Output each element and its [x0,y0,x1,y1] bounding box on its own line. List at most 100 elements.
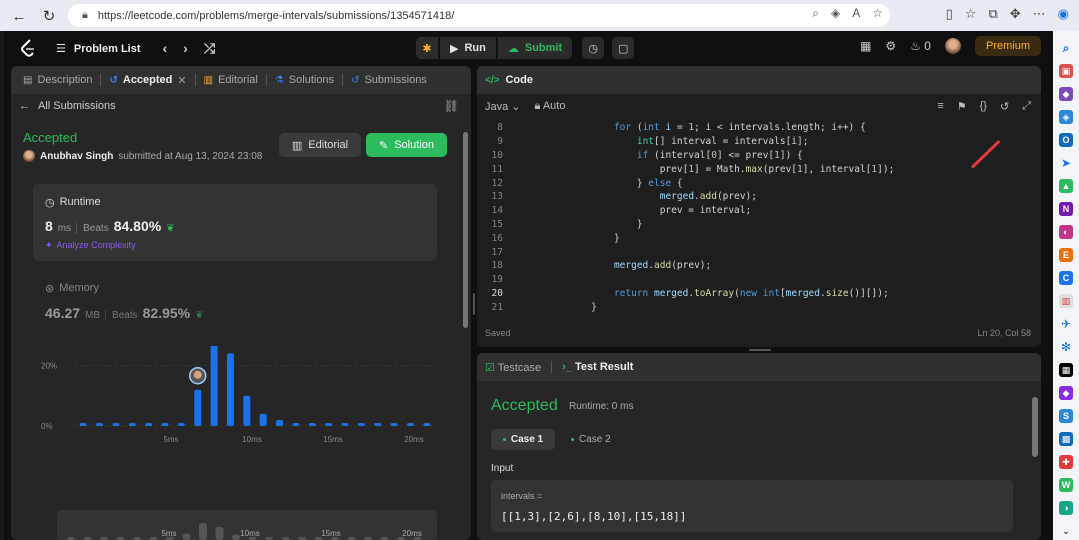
chart-bar[interactable] [161,422,169,426]
scroll-thumb[interactable] [463,132,468,328]
bookmark-icon[interactable]: ⚑ [957,100,967,113]
chart-bar[interactable] [243,395,251,426]
app-icon-8[interactable]: ◆ [1059,386,1073,400]
app-icon-1[interactable]: ▲ [1059,179,1073,193]
favorites-icon[interactable]: ☆ [965,6,977,22]
chart-bar[interactable] [177,422,185,426]
back-icon[interactable]: ← [8,5,30,27]
next-problem-icon[interactable]: › [183,40,188,57]
case-1-tab[interactable]: Case 1 [491,429,555,450]
tab-solutions[interactable]: ⚗ Solutions [271,74,338,86]
editorial-button[interactable]: ▥ Editorial [279,133,361,157]
m365-icon[interactable]: ◈ [1059,110,1073,124]
chart-bar[interactable] [357,422,365,426]
outlook-icon[interactable]: O [1059,133,1073,147]
vertical-resize-handle[interactable] [473,293,475,315]
games-icon[interactable]: ◆ [1059,87,1073,101]
reset-icon[interactable]: ↺ [1000,100,1009,113]
leetcode-logo-icon[interactable] [20,39,36,57]
runtime-card[interactable]: ◷ Runtime 8 ms Beats 84.80% ❦ ✦ Analyze … [33,184,437,261]
split-screen-icon[interactable]: ▯ [946,6,953,22]
chart-bar[interactable] [374,422,382,426]
chart-bar[interactable] [423,422,431,426]
app-icon-10[interactable]: ▩ [1059,432,1073,446]
note-icon[interactable]: ▢ [612,37,635,59]
code-line[interactable]: 14 prev = interval; [477,204,1041,218]
debug-icon[interactable]: ✱ [416,37,438,59]
format-icon[interactable]: ≡ [937,100,943,113]
premium-button[interactable]: Premium [974,36,1041,56]
app-icon-13[interactable]: ◑ [1059,501,1073,515]
tab-accepted[interactable]: ↺ Accepted ✕ [105,74,190,87]
code-line[interactable]: 18 merged.add(prev); [477,259,1041,273]
shuffle-icon[interactable]: ⤮ [204,40,215,57]
extension-icon[interactable]: ◈ [831,6,840,21]
app-icon-9[interactable]: S [1059,409,1073,423]
search-icon[interactable]: ⌕ [1059,41,1073,55]
chart-bar[interactable] [145,422,153,426]
memory-tab[interactable]: ⊛ Memory [45,282,99,295]
tab-submissions[interactable]: ↺ Submissions [347,74,431,86]
refresh-icon[interactable]: ↻ [38,5,60,27]
chart-bar[interactable] [210,346,218,426]
collections-icon[interactable]: ⧉ [988,6,997,22]
chart-bar[interactable] [341,422,349,426]
braces-icon[interactable]: {} [980,100,987,113]
chart-bar[interactable] [128,422,136,426]
code-line[interactable]: 11 prev[1] = Math.max(prev[1], interval[… [477,162,1041,176]
app-icon-7[interactable]: ▦ [1059,363,1073,377]
test-scrollbar[interactable] [1032,397,1038,457]
code-line[interactable]: 21 } [477,300,1041,314]
react-icon[interactable]: ✻ [1059,340,1073,354]
chart-bar[interactable] [276,419,284,426]
zoom-icon[interactable]: ⌕ [812,6,819,21]
chart-bar[interactable] [308,422,316,426]
send-icon[interactable]: ➤ [1059,156,1073,170]
address-bar[interactable]: 🔒︎ https://leetcode.com/problems/merge-i… [68,4,890,27]
code-line[interactable]: 9 int[] interval = intervals[i]; [477,135,1041,149]
tab-description[interactable]: ▤ Description [19,74,96,86]
code-line[interactable]: 19 [477,273,1041,287]
code-line[interactable]: 17 [477,245,1041,259]
code-line[interactable]: 10 if (interval[0] <= prev[1]) { [477,149,1041,163]
editor-scrollbar[interactable] [1033,126,1037,321]
prev-problem-icon[interactable]: ‹ [163,40,168,57]
layout-icon[interactable]: ▦ [860,39,871,53]
all-submissions-link[interactable]: ← All Submissions [19,100,116,112]
app-icon-5[interactable]: ▥ [1059,294,1073,308]
param-value[interactable]: [[1,3],[2,6],[8,10],[15,18]] [501,510,686,523]
chart-bar[interactable] [96,422,104,426]
code-line[interactable]: 16 } [477,231,1041,245]
code-line[interactable]: 13 merged.add(prev); [477,190,1041,204]
tab-test-result[interactable]: ›_ Test Result [562,361,633,373]
run-button[interactable]: ▶ Run [440,37,496,59]
analyze-complexity-link[interactable]: ✦ Analyze Complexity [45,240,136,251]
tools-icon[interactable]: ▣ [1059,64,1073,78]
submit-button[interactable]: ☁ Submit [497,37,573,59]
chart-bar[interactable] [259,413,267,426]
code-line[interactable]: 15 } [477,218,1041,232]
case-2-tab[interactable]: Case 2 [571,429,611,450]
more-icon[interactable]: ⋯ [1033,6,1046,22]
app-icon-3[interactable]: E [1059,248,1073,262]
code-line[interactable]: 12 } else { [477,176,1041,190]
app-icon-6[interactable]: ✈ [1059,317,1073,331]
link-icon[interactable]: ⛓ [444,99,459,113]
chart-bar[interactable] [390,422,398,426]
streak-counter[interactable]: ♨ 0 [910,39,931,53]
app-icon-4[interactable]: C [1059,271,1073,285]
horizontal-resize-handle[interactable] [749,349,771,351]
chart-bar[interactable] [112,422,120,426]
app-icon-11[interactable]: ✚ [1059,455,1073,469]
gear-icon[interactable]: ⚙ [885,39,896,53]
tab-testcase[interactable]: ☑ Testcase [485,361,541,374]
expand-icon[interactable]: ⤢ [1022,100,1031,113]
author-name[interactable]: Anubhav Singh [40,151,113,162]
onenote-icon[interactable]: N [1059,202,1073,216]
chart-bar[interactable] [406,422,414,426]
close-icon[interactable]: ✕ [177,74,186,87]
left-scrollbar[interactable] [463,124,468,534]
auto-mode-toggle[interactable]: 🔒︎ Auto [535,100,566,113]
tab-editorial[interactable]: ▥ Editorial [200,74,262,86]
avatar[interactable] [944,38,961,54]
